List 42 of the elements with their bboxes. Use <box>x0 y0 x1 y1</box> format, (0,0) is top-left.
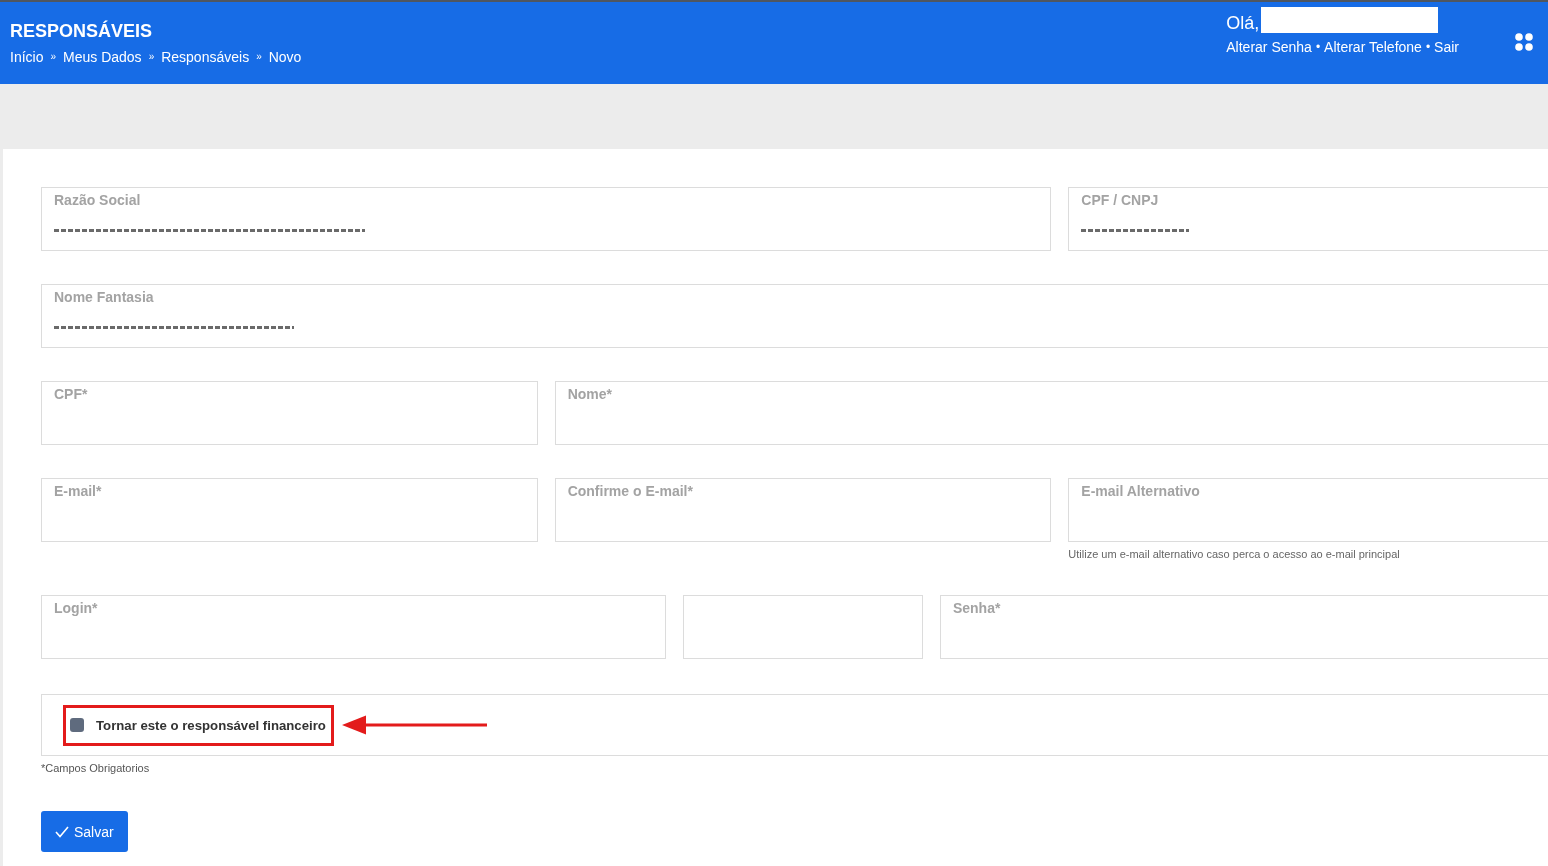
field-label: Razão Social <box>54 191 141 209</box>
input-field[interactable]: Nome Fantasia <box>41 284 1548 348</box>
field-label: Nome* <box>567 385 612 403</box>
input-field[interactable]: E-mail Alternativo <box>1068 478 1548 542</box>
input-field[interactable]: CPF / CNPJ <box>1068 187 1548 251</box>
input-field[interactable]: E-mail* <box>41 478 538 542</box>
page-title: RESPONSÁVEIS <box>10 21 153 41</box>
apps-menu-icon[interactable] <box>1515 33 1533 51</box>
field-label: Login* <box>54 599 98 617</box>
checkbox[interactable] <box>70 718 84 732</box>
breadcrumb-separator: » <box>256 50 262 64</box>
input-field[interactable]: Confirme o E-mail* <box>554 478 1052 542</box>
save-button[interactable]: Salvar <box>41 811 128 852</box>
field-label: E-mail Alternativo <box>1081 482 1200 500</box>
input-field[interactable]: CPF* <box>41 381 538 445</box>
field-label: Nome Fantasia <box>54 288 154 306</box>
link-separator: • <box>1425 39 1431 56</box>
breadcrumb-separator: » <box>50 50 57 64</box>
field-label: Senha* <box>952 599 1001 617</box>
field-label: CPF / CNPJ <box>1081 191 1159 209</box>
help-text: Utilize um e-mail alternativo caso perca o acesso ao e-mail principal <box>1068 547 1400 561</box>
input-field[interactable]: Senha* <box>939 595 1548 659</box>
check-icon <box>55 825 69 838</box>
greeting-text: Olá, <box>1226 13 1260 33</box>
checkbox-label[interactable]: Tornar este o responsável financeiro <box>96 717 326 733</box>
link-separator: • <box>1315 39 1321 56</box>
input-field[interactable]: Razão Social <box>41 187 1052 251</box>
breadcrumb-separator: » <box>148 50 155 64</box>
header-link[interactable]: Alterar Senha <box>1226 38 1312 56</box>
header-link[interactable]: Sair <box>1434 38 1459 56</box>
field-label: CPF* <box>54 385 88 403</box>
field-label: Confirme o E-mail* <box>567 482 693 500</box>
field-label: E-mail* <box>54 482 102 500</box>
breadcrumb-link[interactable]: Início <box>10 48 44 66</box>
header-link[interactable]: Alterar Telefone <box>1324 38 1422 56</box>
breadcrumb-link[interactable]: Responsáveis <box>161 48 250 66</box>
input-field[interactable]: Login* <box>41 595 667 659</box>
breadcrumb-current: Novo <box>268 48 302 66</box>
input-field[interactable]: Nome* <box>554 381 1548 445</box>
input-field[interactable] <box>683 595 923 659</box>
required-fields-note: *Campos Obrigatorios <box>41 761 150 775</box>
breadcrumb-link[interactable]: Meus Dados <box>63 48 142 66</box>
